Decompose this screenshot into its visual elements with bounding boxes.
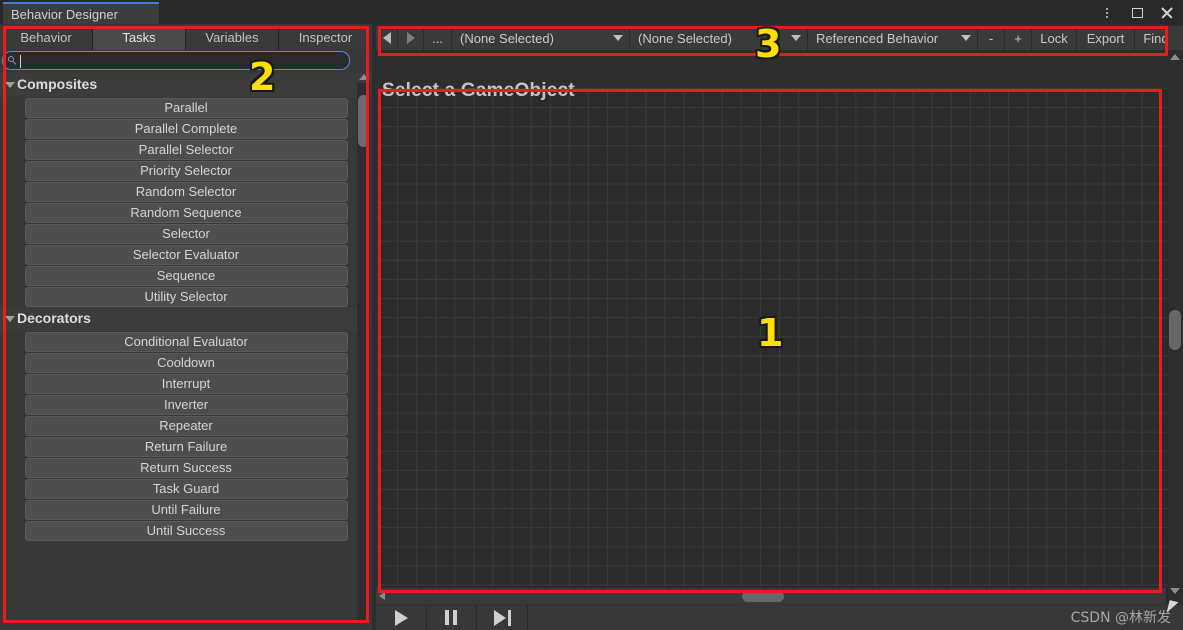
task-list-item[interactable]: Selector Evaluator: [24, 245, 348, 265]
play-button[interactable]: [376, 605, 427, 630]
behavior-designer-window: Behavior Designer Behavior Tasks Variabl…: [0, 0, 1183, 630]
watermark: CSDN @林新发: [1070, 610, 1171, 626]
task-list-item[interactable]: Return Success: [24, 458, 348, 478]
step-forward-icon: [493, 609, 511, 626]
window-titlebar: Behavior Designer: [0, 0, 1183, 24]
graph-area: ... (None Selected) (None Selected) Refe…: [372, 24, 1183, 630]
scroll-thumb[interactable]: [742, 591, 784, 602]
more-options-icon[interactable]: [1099, 5, 1115, 21]
search-input[interactable]: [2, 51, 350, 70]
graph-horizontal-scrollbar[interactable]: [376, 588, 1166, 604]
scroll-up-icon[interactable]: [359, 74, 369, 80]
graph-select-dropdown[interactable]: (None Selected): [630, 26, 808, 50]
find-button[interactable]: Find: [1135, 26, 1177, 50]
task-group-label: Decorators: [17, 310, 91, 326]
play-icon: [394, 609, 408, 626]
task-list-item[interactable]: Conditional Evaluator: [24, 332, 348, 352]
task-list-panel: Behavior Tasks Variables Inspector Compo…: [0, 24, 372, 630]
scroll-track[interactable]: [357, 83, 370, 620]
scroll-thumb[interactable]: [1169, 310, 1181, 350]
task-list-item[interactable]: Repeater: [24, 416, 348, 436]
task-list-item[interactable]: Sequence: [24, 266, 348, 286]
step-forward-button[interactable]: [477, 605, 528, 630]
referenced-behavior-label: Referenced Behavior: [816, 30, 939, 46]
task-group-header[interactable]: Composites: [0, 73, 372, 97]
task-list-item[interactable]: Random Sequence: [24, 203, 348, 223]
graph-toolbar: ... (None Selected) (None Selected) Refe…: [376, 26, 1183, 50]
task-list-item[interactable]: Random Selector: [24, 182, 348, 202]
task-group-header[interactable]: Decorators: [0, 307, 372, 331]
graph-canvas[interactable]: [378, 88, 1168, 610]
task-list: Composites Parallel Parallel Complete Paral…: [0, 73, 372, 630]
scroll-thumb[interactable]: [358, 95, 369, 147]
behavior-select-value: (None Selected): [460, 30, 554, 46]
task-list-item[interactable]: Selector: [24, 224, 348, 244]
chevron-down-icon: [613, 35, 623, 41]
chevron-down-icon: [961, 35, 971, 41]
scroll-left-icon[interactable]: [379, 592, 385, 600]
task-list-item[interactable]: Parallel Complete: [24, 119, 348, 139]
scroll-down-icon[interactable]: [1170, 588, 1180, 594]
task-list-item[interactable]: Interrupt: [24, 374, 348, 394]
zoom-out-button[interactable]: -: [978, 26, 1005, 50]
search-field-wrapper: [2, 51, 350, 70]
back-button[interactable]: [376, 26, 398, 50]
graph-select-value: (None Selected): [638, 30, 732, 46]
task-list-item[interactable]: Until Failure: [24, 500, 348, 520]
window-controls: [1099, 4, 1175, 22]
chevron-down-icon: [5, 82, 15, 88]
window-tab-behavior-designer[interactable]: Behavior Designer: [3, 2, 159, 24]
panel-tabbar: Behavior Tasks Variables Inspector: [0, 26, 372, 50]
scroll-up-icon[interactable]: [1170, 54, 1180, 60]
tab-behavior[interactable]: Behavior: [0, 26, 93, 50]
task-list-item[interactable]: Until Success: [24, 521, 348, 541]
pause-button[interactable]: [426, 605, 477, 630]
task-list-item[interactable]: Return Failure: [24, 437, 348, 457]
chevron-down-icon: [5, 316, 15, 322]
search-icon: [8, 56, 17, 65]
task-group-label: Composites: [17, 76, 98, 92]
tab-inspector[interactable]: Inspector: [279, 26, 372, 50]
behavior-select-dropdown[interactable]: (None Selected): [452, 26, 630, 50]
back-arrow-icon: [382, 32, 391, 44]
export-button[interactable]: Export: [1077, 26, 1135, 50]
close-icon[interactable]: [1159, 5, 1175, 21]
task-list-item[interactable]: Parallel: [24, 98, 348, 118]
zoom-in-button[interactable]: +: [1005, 26, 1032, 50]
window-title: Behavior Designer: [11, 7, 118, 22]
graph-empty-title: Select a GameObject: [382, 80, 575, 101]
task-list-item[interactable]: Cooldown: [24, 353, 348, 373]
ellipsis-button[interactable]: ...: [424, 26, 452, 50]
graph-vertical-scrollbar[interactable]: [1168, 52, 1182, 608]
text-caret: [20, 55, 21, 68]
chevron-down-icon: [791, 35, 801, 41]
task-list-item[interactable]: Task Guard: [24, 479, 348, 499]
playback-bar: CSDN @林新发: [376, 600, 1183, 630]
lock-button[interactable]: Lock: [1032, 26, 1077, 50]
task-list-scrollbar[interactable]: [357, 73, 370, 630]
pause-icon: [445, 610, 457, 625]
mouse-cursor-icon: [1166, 600, 1179, 615]
forward-arrow-icon: [406, 32, 415, 44]
forward-button[interactable]: [398, 26, 424, 50]
tab-tasks[interactable]: Tasks: [93, 26, 186, 50]
tab-variables[interactable]: Variables: [186, 26, 279, 50]
task-list-item[interactable]: Parallel Selector: [24, 140, 348, 160]
maximize-icon[interactable]: [1129, 5, 1145, 21]
referenced-behavior-dropdown[interactable]: Referenced Behavior: [808, 26, 978, 50]
task-list-item[interactable]: Priority Selector: [24, 161, 348, 181]
task-list-item[interactable]: Inverter: [24, 395, 348, 415]
task-list-item[interactable]: Utility Selector: [24, 287, 348, 307]
